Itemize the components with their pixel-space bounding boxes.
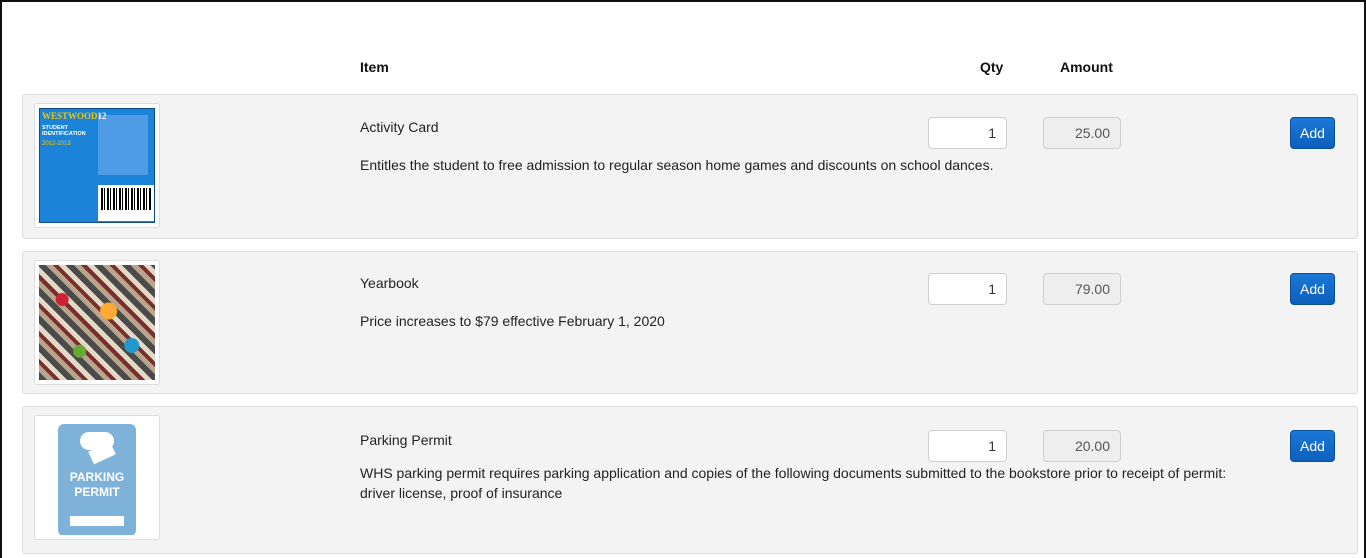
- item-column-header: Item: [360, 59, 389, 75]
- id-card-school-text: WESTWOOD: [42, 111, 98, 121]
- activity-card-thumbnail: WESTWOOD12 STUDENT IDENTIFICATION 2012-2…: [34, 103, 160, 228]
- id-card-year-text: 2012-2013: [42, 141, 71, 147]
- qty-input[interactable]: [928, 273, 1007, 305]
- item-row-activity-card: WESTWOOD12 STUDENT IDENTIFICATION 2012-2…: [22, 94, 1358, 239]
- item-description: WHS parking permit requires parking appl…: [360, 465, 1227, 501]
- table-header: Item Qty Amount: [2, 2, 1364, 92]
- permit-permit-text: PERMIT: [74, 485, 120, 499]
- item-row-parking-permit: PARKING PERMIT Parking Permit WHS parkin…: [22, 406, 1358, 554]
- amount-field: [1043, 117, 1121, 149]
- store-frame: Item Qty Amount WESTWOOD12 STUDENT IDENT…: [0, 0, 1366, 558]
- item-row-yearbook: Yearbook Price increases to $79 effectiv…: [22, 251, 1358, 394]
- id-card-identification-text: IDENTIFICATION: [42, 131, 86, 137]
- add-button[interactable]: Add: [1290, 430, 1335, 462]
- amount-field: [1043, 273, 1121, 305]
- parking-permit-image: PARKING PERMIT: [58, 424, 136, 535]
- id-card-image: WESTWOOD12 STUDENT IDENTIFICATION 2012-2…: [39, 108, 155, 223]
- qty-input[interactable]: [928, 117, 1007, 149]
- amount-column-header: Amount: [1060, 59, 1113, 75]
- yearbook-thumbnail: [34, 260, 160, 385]
- qty-column-header: Qty: [980, 59, 1004, 75]
- amount-field: [1043, 430, 1121, 462]
- item-description: Price increases to $79 effective Februar…: [360, 313, 665, 329]
- barcode-icon: [98, 185, 154, 221]
- qty-input[interactable]: [928, 430, 1007, 462]
- yearbook-image: [39, 265, 155, 380]
- permit-parking-text: PARKING: [69, 470, 125, 484]
- item-title: Parking Permit: [360, 432, 452, 448]
- id-card-grade-text: 12: [97, 111, 107, 121]
- add-button[interactable]: Add: [1290, 273, 1335, 305]
- item-title: Yearbook: [360, 275, 419, 291]
- item-description: Entitles the student to free admission t…: [360, 157, 994, 173]
- item-title: Activity Card: [360, 119, 439, 135]
- student-photo: [98, 115, 148, 175]
- add-button[interactable]: Add: [1290, 117, 1335, 149]
- parking-permit-thumbnail: PARKING PERMIT: [34, 415, 160, 540]
